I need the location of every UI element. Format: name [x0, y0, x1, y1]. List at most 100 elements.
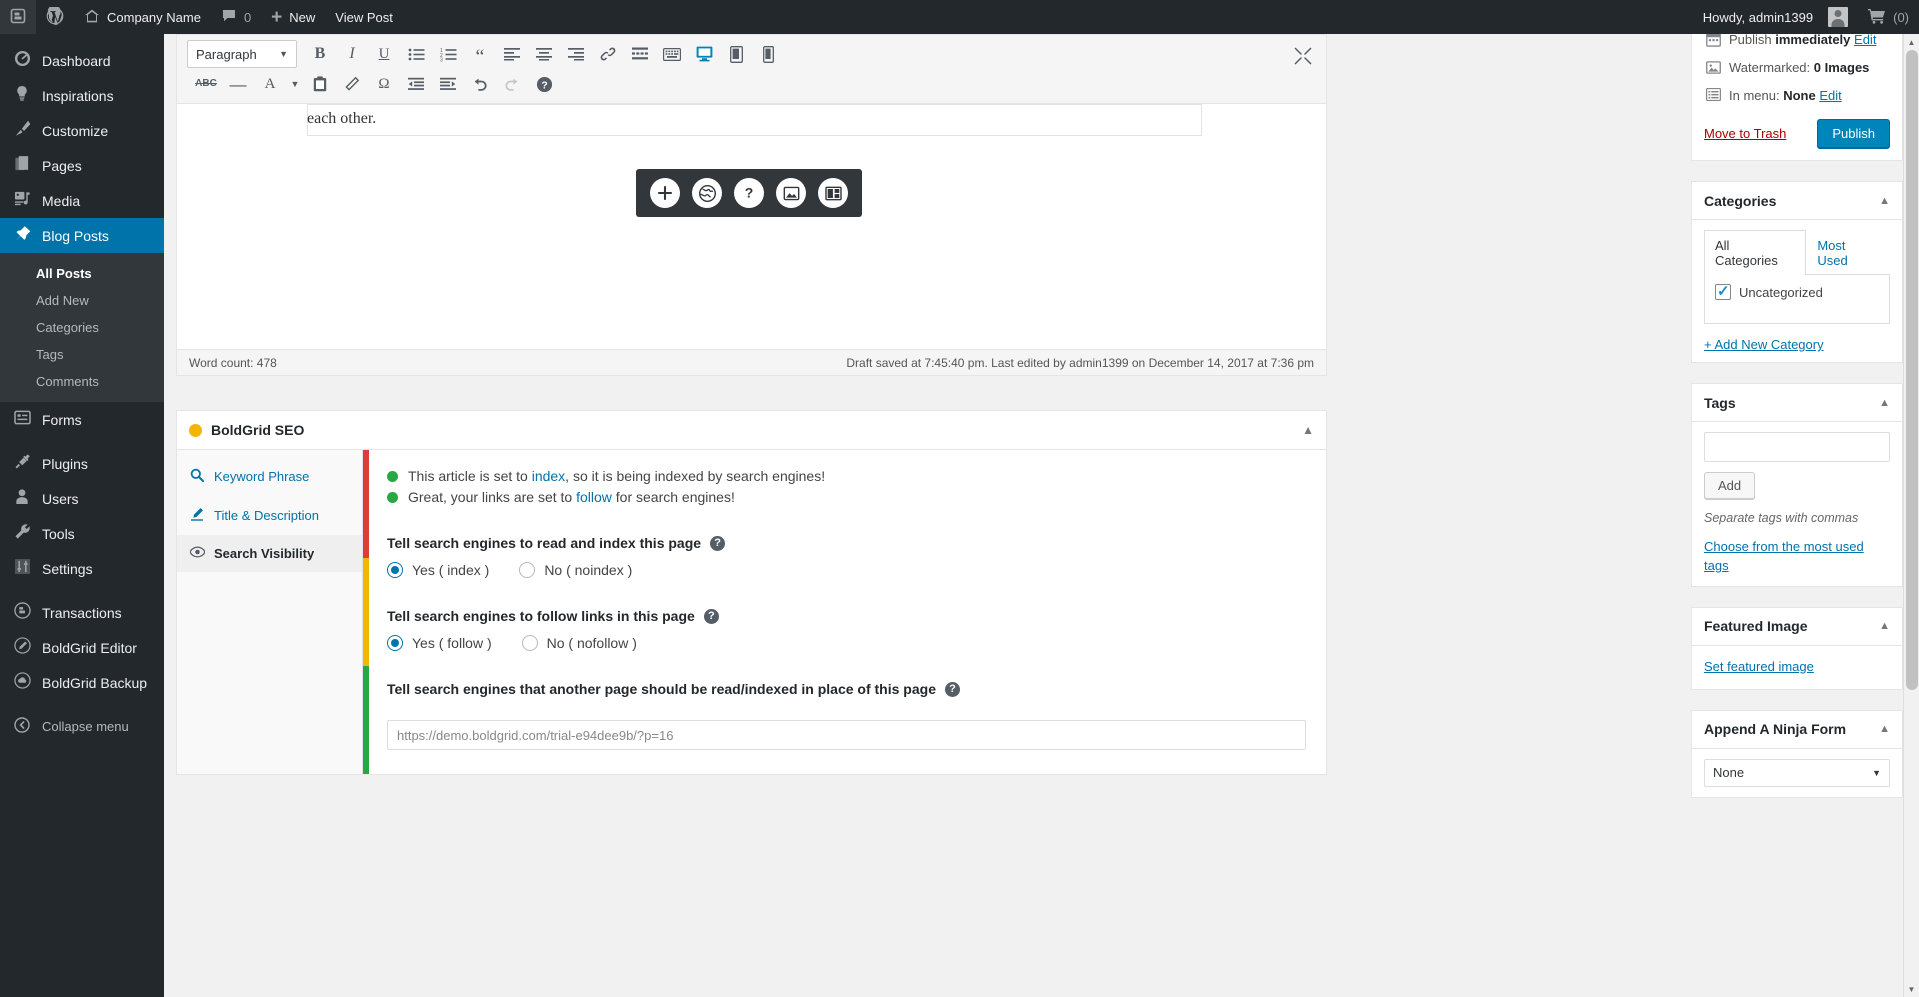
sidebar-item-transactions[interactable]: Transactions — [0, 595, 164, 630]
tab-title-description[interactable]: Title & Description — [177, 496, 362, 535]
read-more-button[interactable] — [625, 40, 655, 68]
align-right-button[interactable] — [561, 40, 591, 68]
keyboard-shortcuts-button[interactable] — [657, 40, 687, 68]
blockquote-button[interactable]: “ — [465, 40, 495, 68]
chevron-up-icon[interactable]: ▲ — [1879, 620, 1890, 632]
paragraph-format-select[interactable]: Paragraph ▼ — [187, 40, 297, 68]
choose-most-used-tags-link[interactable]: Choose from the most used tags — [1704, 538, 1890, 576]
undo-button[interactable] — [465, 70, 495, 98]
radio-button[interactable] — [387, 562, 403, 578]
sidebar-item-all-posts[interactable]: All Posts — [0, 260, 164, 287]
sidebar-item-boldgrid-backup[interactable]: BoldGrid Backup — [0, 665, 164, 700]
clear-formatting-button[interactable] — [337, 70, 367, 98]
help-icon[interactable]: ? — [703, 608, 719, 624]
site-name-menu[interactable]: Company Name — [74, 0, 211, 34]
strikethrough-button[interactable]: ABC — [191, 70, 221, 98]
wordpress-logo-menu[interactable] — [36, 0, 74, 34]
tags-input[interactable] — [1704, 432, 1890, 462]
cart-menu[interactable]: (0) — [1858, 0, 1919, 34]
underline-button[interactable]: U — [369, 40, 399, 68]
view-post-link[interactable]: View Post — [325, 0, 403, 34]
radio-follow-no[interactable]: No ( nofollow ) — [521, 635, 637, 651]
editor-content-area[interactable]: each other. ? — [177, 104, 1326, 349]
add-block-button[interactable] — [650, 178, 680, 208]
sidebar-item-users[interactable]: Users — [0, 481, 164, 516]
featured-image-panel-header[interactable]: Featured Image ▲ — [1692, 608, 1902, 646]
indent-button[interactable] — [433, 70, 463, 98]
layout-icon[interactable] — [818, 178, 848, 208]
set-featured-image-link[interactable]: Set featured image — [1704, 658, 1890, 677]
seo-metabox-header[interactable]: BoldGrid SEO ▲ — [177, 411, 1326, 450]
horizontal-rule-button[interactable]: — — [223, 70, 253, 98]
tags-panel-header[interactable]: Tags ▲ — [1692, 384, 1902, 422]
special-character-button[interactable]: Ω — [369, 70, 399, 98]
new-content-menu[interactable]: + New — [261, 0, 325, 34]
account-menu[interactable]: Howdy, admin1399 — [1693, 0, 1858, 34]
sidebar-item-media[interactable]: Media — [0, 183, 164, 218]
sidebar-item-comments[interactable]: Comments — [0, 368, 164, 395]
publish-edit-link[interactable]: Edit — [1854, 32, 1876, 47]
redo-button[interactable] — [497, 70, 527, 98]
comments-menu[interactable]: 0 — [211, 0, 261, 34]
tab-keyword-phrase[interactable]: Keyword Phrase — [177, 457, 362, 496]
image-icon[interactable] — [776, 178, 806, 208]
sidebar-item-settings[interactable]: Settings — [0, 551, 164, 586]
checkbox[interactable] — [1715, 282, 1731, 300]
radio-index-yes[interactable]: Yes ( index ) — [387, 562, 489, 578]
text-color-dropdown[interactable]: ▼ — [287, 70, 303, 98]
paste-as-text-button[interactable] — [305, 70, 335, 98]
collapse-menu-button[interactable]: Collapse menu — [0, 709, 164, 744]
tab-most-used[interactable]: Most Used — [1806, 230, 1890, 275]
help-icon[interactable]: ? — [944, 681, 960, 697]
sidebar-item-plugins[interactable]: Plugins — [0, 446, 164, 481]
page-scrollbar[interactable]: ▲ ▼ — [1903, 34, 1919, 997]
ninja-form-select[interactable]: None ▼ — [1704, 758, 1890, 787]
canonical-url-input[interactable] — [387, 720, 1306, 750]
add-tag-button[interactable]: Add — [1704, 472, 1756, 499]
globe-icon[interactable] — [692, 178, 722, 208]
outdent-button[interactable] — [401, 70, 431, 98]
in-menu-edit-link[interactable]: Edit — [1819, 88, 1841, 103]
scroll-down-arrow-icon[interactable]: ▼ — [1904, 981, 1919, 997]
desktop-preview-button[interactable] — [689, 40, 719, 68]
sidebar-item-add-new[interactable]: Add New — [0, 287, 164, 314]
publish-button[interactable]: Publish — [1817, 119, 1890, 148]
radio-index-no[interactable]: No ( noindex ) — [519, 562, 632, 578]
italic-button[interactable]: I — [337, 40, 367, 68]
fullscreen-icon[interactable] — [1292, 45, 1314, 67]
help-icon[interactable]: ? — [710, 535, 726, 551]
editor-help-button[interactable]: ? — [529, 70, 559, 98]
boldgrid-logo-menu[interactable] — [0, 0, 36, 34]
sidebar-item-inspirations[interactable]: Inspirations — [0, 78, 164, 113]
radio-button[interactable] — [521, 635, 538, 651]
sidebar-item-blog-posts[interactable]: Blog Posts — [0, 218, 164, 253]
chevron-up-icon[interactable]: ▲ — [1879, 195, 1890, 207]
category-item-uncategorized[interactable]: Uncategorized — [1715, 282, 1879, 300]
bullet-list-button[interactable] — [401, 40, 431, 68]
sidebar-item-dashboard[interactable]: Dashboard — [0, 43, 164, 78]
mobile-preview-button[interactable] — [753, 40, 783, 68]
follow-link[interactable]: follow — [576, 489, 612, 505]
tab-all-categories[interactable]: All Categories — [1704, 230, 1807, 275]
sidebar-item-boldgrid-editor[interactable]: BoldGrid Editor — [0, 630, 164, 665]
add-new-category-link[interactable]: + Add New Category — [1704, 337, 1890, 352]
tab-search-visibility[interactable]: Search Visibility — [177, 535, 362, 572]
insert-link-button[interactable] — [593, 40, 623, 68]
question-icon[interactable]: ? — [734, 178, 764, 208]
sidebar-item-tools[interactable]: Tools — [0, 516, 164, 551]
category-checkbox-list[interactable]: Uncategorized — [1704, 275, 1890, 324]
sidebar-item-tags[interactable]: Tags — [0, 341, 164, 368]
chevron-up-icon[interactable]: ▲ — [1879, 397, 1890, 409]
scrollbar-thumb[interactable] — [1906, 50, 1918, 690]
radio-button[interactable] — [387, 635, 403, 651]
radio-follow-yes[interactable]: Yes ( follow ) — [387, 635, 492, 651]
bold-button[interactable]: B — [305, 40, 335, 68]
chevron-up-icon[interactable]: ▲ — [1302, 423, 1314, 437]
sidebar-item-pages[interactable]: Pages — [0, 148, 164, 183]
radio-button[interactable] — [519, 562, 536, 578]
align-center-button[interactable] — [529, 40, 559, 68]
align-left-button[interactable] — [497, 40, 527, 68]
sidebar-item-forms[interactable]: Forms — [0, 402, 164, 437]
index-link[interactable]: index — [532, 468, 565, 484]
chevron-up-icon[interactable]: ▲ — [1879, 723, 1890, 735]
